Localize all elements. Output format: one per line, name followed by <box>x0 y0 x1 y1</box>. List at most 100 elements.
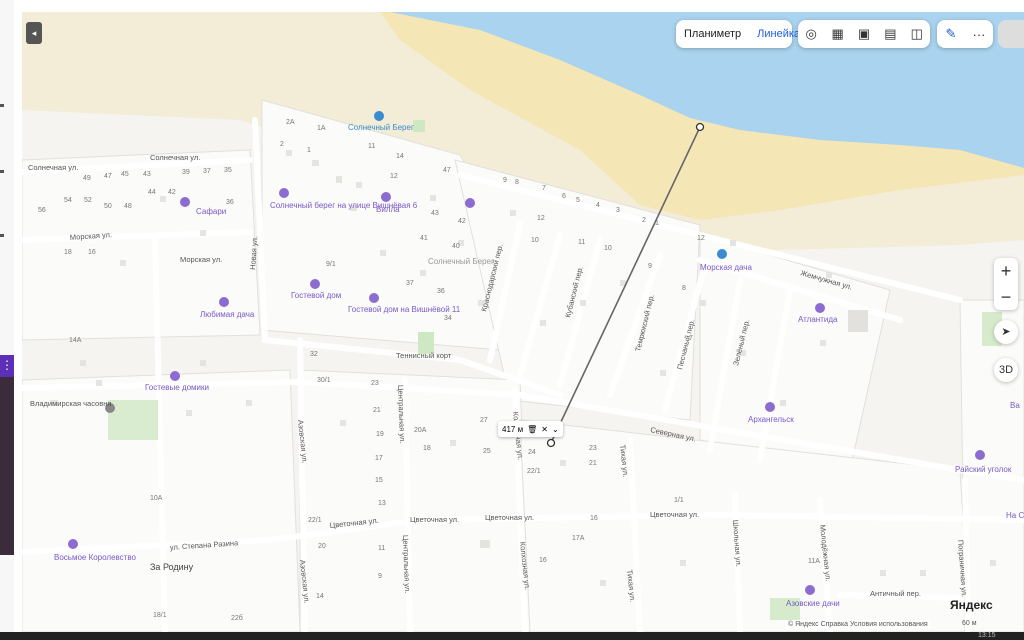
house-number: 18 <box>423 445 431 452</box>
left-panel-edge <box>14 0 22 640</box>
street-label: Цветочная ул. <box>650 510 699 519</box>
house-number: 20А <box>414 427 427 434</box>
profile-icon[interactable] <box>998 20 1024 48</box>
hotel-icon <box>219 297 229 307</box>
house-number: 9/1 <box>326 261 336 268</box>
house-number: 47 <box>443 167 451 174</box>
house-number: 19 <box>376 431 384 438</box>
house-number: 12 <box>697 235 705 242</box>
trash-icon[interactable]: 🗑 <box>527 425 537 434</box>
hotel-icon <box>180 197 190 207</box>
layers-toolbar: ◎ ▦ ▣ ▤ ◫ <box>798 20 930 48</box>
house-number: 22б <box>231 614 243 622</box>
house-number: 50 <box>104 203 112 210</box>
planimeter-button[interactable]: Планиметр <box>676 28 749 40</box>
house-number: 4 <box>596 202 600 209</box>
house-number: 14 <box>316 593 324 600</box>
zoom-in-button[interactable]: + <box>994 258 1018 284</box>
svg-text:Райский уголок: Райский уголок <box>955 465 1012 474</box>
zoom-out-button[interactable]: − <box>994 284 1018 310</box>
house-number: 9 <box>648 263 652 270</box>
svg-text:Гостевой дом на Вишнёвой 11: Гостевой дом на Вишнёвой 11 <box>348 305 461 314</box>
sidebar-marker <box>0 234 4 237</box>
house-number: 1 <box>655 220 659 227</box>
map-svg[interactable]: Солнечная ул. Солнечная ул. Морская ул. … <box>22 0 1024 632</box>
house-number: 12 <box>537 215 545 222</box>
traffic-icon[interactable]: ◫ <box>907 23 927 45</box>
house-number: 24 <box>528 449 536 456</box>
house-number: 21 <box>589 460 597 467</box>
building <box>848 310 868 332</box>
house-number: 25 <box>483 448 491 455</box>
house-number: 6 <box>562 193 566 200</box>
place-label: За Родину <box>150 562 194 572</box>
svg-text:Атлантида: Атлантида <box>798 315 838 324</box>
close-icon[interactable]: ✕ <box>541 425 548 434</box>
house-number: 16 <box>590 515 598 522</box>
map-layers-icon[interactable]: ▦ <box>827 23 847 45</box>
measure-toolbar: Планиметр Линейка <box>676 20 800 48</box>
house-number: 42 <box>458 218 466 225</box>
house-number: 52 <box>84 197 92 204</box>
top-strip <box>22 0 1024 12</box>
house-number: 27 <box>480 417 488 424</box>
house-number: 34 <box>444 315 452 322</box>
copyright-links[interactable]: © Яндекс Справка Условия использования <box>785 620 931 629</box>
house-number: 47 <box>104 173 112 180</box>
photo-icon[interactable]: ▣ <box>854 23 874 45</box>
house-number: 36 <box>437 288 445 295</box>
svg-text:Морская дача: Морская дача <box>700 263 752 272</box>
more-icon[interactable]: ··· <box>968 23 990 45</box>
ruler-toolbar: ✎ ··· <box>937 20 993 48</box>
house-number: 11 <box>378 545 385 552</box>
house-number: 3 <box>616 207 620 214</box>
street-label: Теннисный корт <box>396 351 452 360</box>
house-number: 43 <box>431 210 439 217</box>
beach-icon <box>717 249 727 259</box>
hotel-icon <box>765 402 775 412</box>
house-number: 16 <box>539 557 547 564</box>
view-3d-button[interactable]: 3D <box>994 358 1018 382</box>
svg-text:Сафари: Сафари <box>196 207 226 216</box>
house-number: 1 <box>307 147 311 154</box>
ruler-point-start <box>695 122 705 132</box>
park-area <box>413 120 425 132</box>
map-canvas[interactable]: Солнечная ул. Солнечная ул. Морская ул. … <box>22 0 1024 632</box>
house-number: 18/1 <box>153 612 167 619</box>
house-number: 30/1 <box>317 377 331 384</box>
house-number: 41 <box>420 235 428 242</box>
yandex-logo: Яндекс <box>950 598 993 612</box>
house-number: 44 <box>148 189 156 196</box>
house-number: 7 <box>689 335 693 342</box>
house-number: 13 <box>378 500 386 507</box>
transport-icon[interactable]: ▤ <box>880 23 900 45</box>
svg-text:Солнечный Берег: Солнечный Берег <box>348 123 414 132</box>
chevron-down-icon[interactable]: ⌄ <box>552 425 559 434</box>
house-number: 9 <box>378 573 382 580</box>
street-label: Античный пер. <box>870 589 921 598</box>
ruler-icon[interactable]: ✎ <box>940 23 962 45</box>
house-number: 9 <box>503 177 507 184</box>
side-panel-thumbnail[interactable]: ⋮ <box>0 355 14 555</box>
hotel-icon <box>310 279 320 289</box>
collapse-panel-button[interactable]: ◂ <box>26 22 42 44</box>
street-label: Солнечная ул. <box>28 163 78 172</box>
house-number: 16 <box>88 249 96 256</box>
hotel-icon <box>465 198 475 208</box>
poi-label: На С <box>1006 511 1024 520</box>
location-arrow-icon[interactable]: ➤ <box>994 320 1018 344</box>
panorama-icon[interactable]: ◎ <box>801 23 821 45</box>
house-number: 21 <box>373 407 381 414</box>
house-number: 42 <box>168 189 176 196</box>
house-number: 23 <box>371 380 379 387</box>
house-number: 39 <box>182 169 190 176</box>
hotel-icon <box>381 192 391 202</box>
svg-text:Восьмое Королевство: Восьмое Королевство <box>54 553 137 562</box>
house-number: 17 <box>375 455 383 462</box>
distance-popup: 417 м 🗑 ✕ ⌄ <box>498 421 563 437</box>
poi-label: Ва <box>1010 401 1020 410</box>
menu-dots-icon[interactable]: ⋮ <box>0 355 14 377</box>
block-outline <box>299 369 531 632</box>
house-number: 23 <box>589 445 597 452</box>
house-number: 54 <box>64 197 72 204</box>
